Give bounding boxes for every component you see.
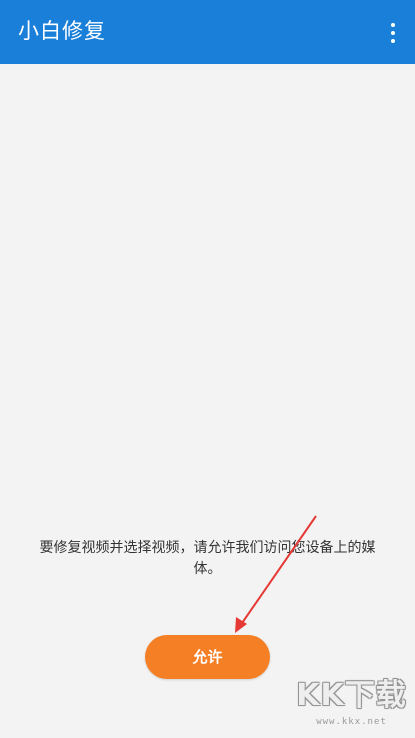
main-content: 要修复视频并选择视频，请允许我们访问您设备上的媒体。 允许: [0, 64, 415, 738]
app-bar: 小白修复: [0, 0, 415, 64]
app-title: 小白修复: [18, 19, 106, 43]
more-vertical-icon[interactable]: [385, 20, 401, 46]
allow-button[interactable]: 允许: [145, 635, 270, 679]
permission-message: 要修复视频并选择视频，请允许我们访问您设备上的媒体。: [39, 540, 376, 577]
